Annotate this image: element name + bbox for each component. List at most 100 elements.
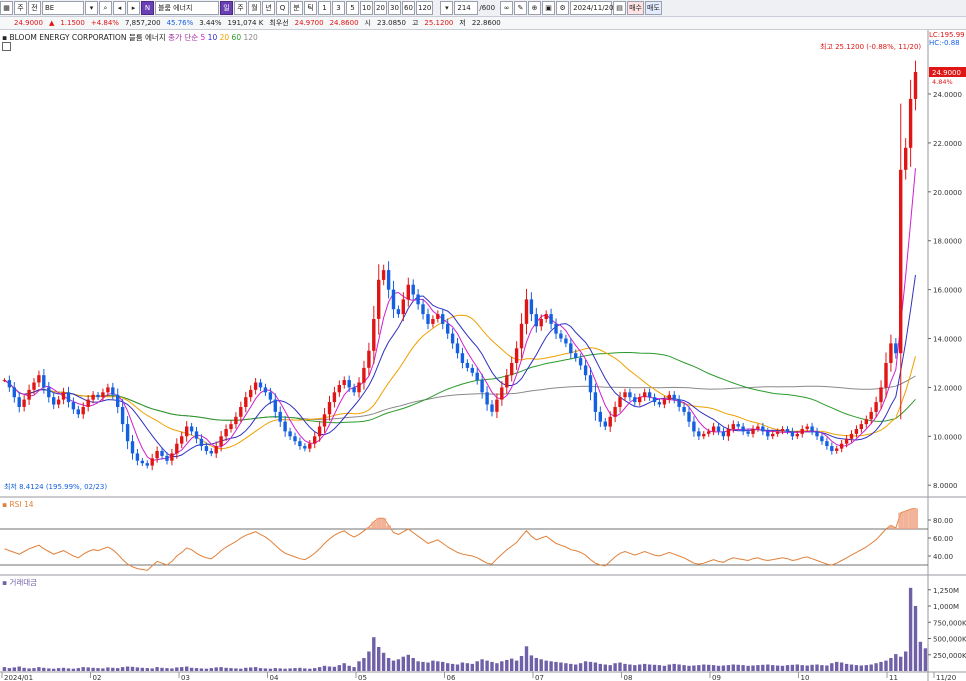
back-icon[interactable]: ◂	[113, 1, 126, 15]
candle-body	[854, 429, 859, 434]
count-field[interactable]: 214	[454, 1, 479, 15]
y-tick-label: 16.0000	[933, 287, 962, 295]
period-tick[interactable]: 틱	[304, 1, 317, 15]
volume-bar	[135, 667, 140, 671]
chart-icon[interactable]: ▦	[0, 1, 13, 15]
volume-bar	[697, 665, 701, 671]
candle-body	[185, 426, 189, 437]
candle-body	[101, 392, 105, 398]
interval-120[interactable]: 120	[416, 1, 434, 15]
interval-3[interactable]: 3	[332, 1, 345, 15]
price-chart[interactable]: 8.0000 10.0000 12.0000 14.0000 16.0000 18.000…	[0, 30, 966, 681]
candle-body	[672, 394, 676, 400]
volume-bar	[613, 663, 617, 671]
candle-body	[775, 431, 780, 434]
volume-bar	[283, 668, 287, 671]
volume-bar	[214, 667, 218, 671]
candle-body	[61, 392, 66, 400]
period-month[interactable]: 월	[248, 1, 261, 15]
volume-bar	[352, 667, 356, 671]
toolbar-btn-1[interactable]: 전	[28, 1, 41, 15]
symbol-input[interactable]: BE	[42, 1, 84, 15]
volume-bar	[554, 661, 558, 671]
forward-icon[interactable]: ▸	[127, 1, 140, 15]
candle-body	[391, 289, 396, 310]
interval-20[interactable]: 20	[374, 1, 387, 15]
volume-bar	[923, 648, 928, 672]
interval-5[interactable]: 5	[346, 1, 359, 15]
volume-bar	[81, 667, 85, 671]
x-tick-label: 02	[93, 674, 102, 681]
lock-icon[interactable]: ∞	[500, 1, 514, 15]
toolbar-btn-0[interactable]: 주	[14, 1, 27, 15]
y-tick-label: 10.0000	[933, 433, 962, 441]
candle-body	[258, 382, 263, 388]
period-year[interactable]: 년	[262, 1, 275, 15]
candle-body	[889, 343, 893, 363]
candle-body	[189, 426, 194, 432]
volume-bar	[111, 667, 115, 672]
candle-body	[76, 409, 80, 415]
candle-body	[401, 299, 405, 315]
trade-amount: 191,074 K	[227, 19, 264, 27]
volume-bar	[455, 664, 460, 671]
volume-bar	[386, 658, 391, 671]
period-day[interactable]: 일	[220, 1, 233, 15]
candle-body	[377, 279, 381, 319]
candle-body	[603, 421, 607, 427]
candle-body	[381, 270, 386, 280]
tools-icon[interactable]: ✎	[514, 1, 528, 15]
settings-icon[interactable]: ⚙	[556, 1, 570, 15]
candle-body	[593, 392, 598, 412]
volume-bar	[229, 668, 233, 671]
date-field[interactable]: 2024/11/20	[570, 1, 613, 15]
volume-bar	[549, 661, 553, 672]
candle-body	[421, 304, 425, 315]
stock-name-field[interactable]: 블룸 에너지	[155, 1, 219, 15]
candle-body	[244, 397, 248, 407]
buy-button[interactable]: 매수	[627, 1, 644, 15]
price-change: 1.1500	[60, 19, 85, 27]
volume-bar	[116, 668, 120, 671]
dropdown-icon[interactable]: ▾	[85, 1, 98, 15]
save-icon[interactable]: ▣	[542, 1, 556, 15]
period-quarter[interactable]: Q	[276, 1, 289, 15]
period-minute[interactable]: 분	[290, 1, 303, 15]
interval-1[interactable]: 1	[318, 1, 331, 15]
candle-body	[608, 416, 612, 427]
last-pct-label: 4.84%	[932, 78, 953, 86]
candle-body	[170, 453, 174, 461]
volume-bar	[534, 658, 538, 671]
candle-body	[234, 416, 238, 425]
count-dropdown-icon[interactable]: ▾	[440, 1, 454, 15]
volume-bar	[120, 667, 125, 671]
volume-bar	[165, 668, 169, 671]
candle-body	[618, 397, 622, 407]
volume-bar	[598, 663, 602, 671]
rsi-overbought-fill	[908, 509, 914, 529]
volume-bar	[652, 664, 657, 671]
candle-body	[500, 387, 504, 400]
low-label: 저	[459, 19, 466, 27]
candle-body	[835, 448, 839, 451]
y-tick-label: 14.0000	[933, 336, 962, 344]
volume-bar	[593, 662, 598, 671]
new-icon[interactable]: N	[141, 1, 154, 15]
search-icon[interactable]: ⌕	[99, 1, 112, 15]
volume-bar	[465, 663, 470, 671]
sell-button[interactable]: 매도	[645, 1, 662, 15]
priority-label: 최우선	[269, 19, 289, 27]
volume-bar	[510, 658, 514, 671]
interval-10[interactable]: 10	[360, 1, 373, 15]
volume-bar	[583, 661, 588, 672]
volume-bar	[37, 667, 41, 671]
interval-60[interactable]: 60	[402, 1, 415, 15]
period-week[interactable]: 주	[234, 1, 247, 15]
candle-body	[761, 426, 765, 432]
zoom-icon[interactable]: ⊕	[528, 1, 542, 15]
calendar-icon[interactable]: ▤	[613, 1, 627, 15]
candle-body	[342, 380, 346, 385]
volume-bar	[12, 667, 16, 671]
interval-30[interactable]: 30	[388, 1, 401, 15]
candle-body	[756, 426, 760, 429]
